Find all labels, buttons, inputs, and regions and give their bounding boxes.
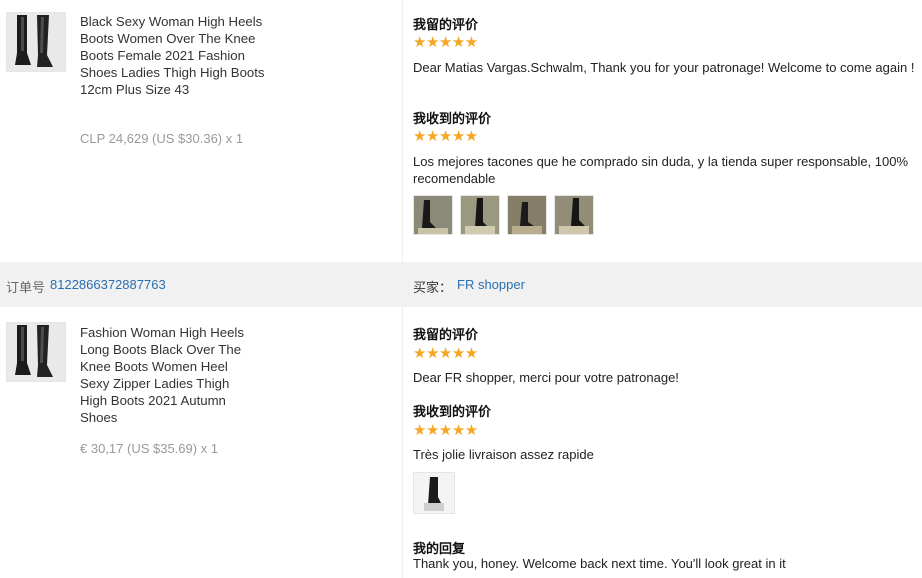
my-review-heading: 我留的评价	[413, 327, 479, 342]
review-photo-thumbnail[interactable]	[554, 195, 594, 235]
product-thumbnail[interactable]	[6, 322, 66, 382]
my-reply-text: Thank you, honey. Welcome back next time…	[413, 556, 786, 571]
my-review-heading: 我留的评价	[413, 17, 479, 32]
my-review-text: Dear Matias Vargas.Schwalm, Thank you fo…	[413, 60, 915, 75]
review-photo-thumbnail[interactable]	[507, 195, 547, 235]
product-price: € 30,17 (US $35.69) x 1	[80, 441, 219, 456]
received-review-text: Los mejores tacones que he comprado sin …	[413, 154, 909, 186]
photo-image-icon	[555, 196, 593, 234]
my-review-text: Dear FR shopper, merci pour votre patron…	[413, 370, 679, 385]
photo-image-icon	[508, 196, 546, 234]
photo-image-icon	[461, 196, 499, 234]
received-review-rating-stars: ★★★★★	[413, 128, 478, 145]
buyer-name-link[interactable]: FR shopper	[457, 277, 525, 292]
review-photo-thumbnail[interactable]	[460, 195, 500, 235]
my-review-rating-stars: ★★★★★	[413, 345, 478, 362]
column-divider	[402, 0, 403, 262]
boots-image-icon	[7, 13, 65, 71]
review-photo-thumbnail[interactable]	[413, 195, 453, 235]
product-title-link[interactable]: Black Sexy Woman High Heels Boots Women …	[80, 13, 270, 98]
my-review-rating-stars: ★★★★★	[413, 34, 478, 51]
product-thumbnail[interactable]	[6, 12, 66, 72]
photo-image-icon	[414, 196, 452, 234]
photo-image-icon	[414, 473, 454, 513]
product-title-link[interactable]: Fashion Woman High Heels Long Boots Blac…	[80, 324, 255, 426]
received-review-heading: 我收到的评价	[413, 111, 492, 126]
received-review-text: Très jolie livraison assez rapide	[413, 447, 594, 462]
boots-image-icon	[7, 323, 65, 381]
order-number-label: 订单号	[6, 280, 46, 295]
order-number-link[interactable]: 8122866372887763	[50, 277, 166, 292]
buyer-label: 买家：	[413, 280, 453, 295]
received-review-heading: 我收到的评价	[413, 404, 492, 419]
order-info-bar: 订单号 8122866372887763 买家： FR shopper	[0, 262, 922, 307]
column-divider	[402, 307, 403, 578]
received-review-rating-stars: ★★★★★	[413, 422, 478, 439]
review-photo-thumbnail[interactable]	[413, 472, 455, 514]
product-price: CLP 24,629 (US $30.36) x 1	[80, 131, 244, 146]
